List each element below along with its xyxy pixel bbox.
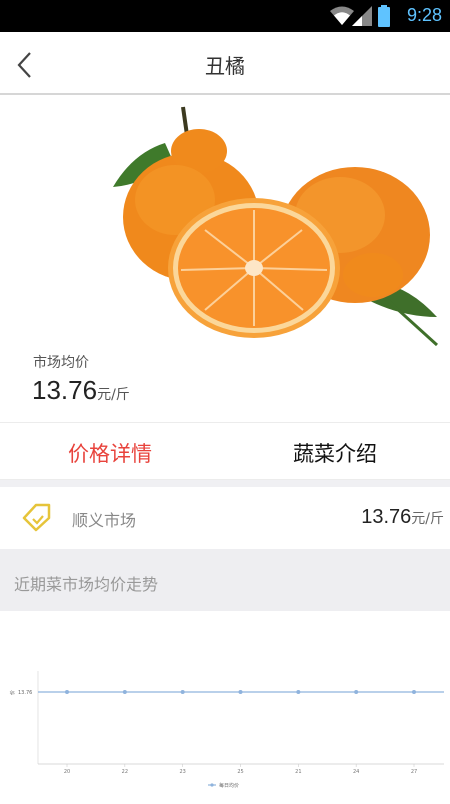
trend-header: 近期菜市场均价走势 xyxy=(0,549,450,611)
divider xyxy=(0,480,450,487)
data-point xyxy=(412,690,416,694)
wifi-icon xyxy=(330,6,354,25)
page-title: 丑橘 xyxy=(205,54,245,78)
battery-icon xyxy=(378,5,390,27)
x-tick-label: 27 xyxy=(411,769,417,775)
x-tick-label: 23 xyxy=(179,769,185,775)
trend-title: 近期菜市场均价走势 xyxy=(14,575,159,594)
market-row[interactable]: 顺义市场 13.76元/斤 xyxy=(0,487,450,549)
market-price-value: 13.76 xyxy=(361,506,412,528)
tab-bar: 价格详情 蔬菜介绍 xyxy=(0,422,450,480)
data-point xyxy=(122,690,127,694)
x-tick-label: 25 xyxy=(237,769,243,775)
market-price-unit: 元/斤 xyxy=(411,511,444,527)
data-point xyxy=(180,690,185,694)
data-point xyxy=(296,690,301,694)
trend-chart-svg: 价 13.76 20 22 23 25 21 24 27 每日均价 xyxy=(10,671,444,789)
market-average-price: 13.76元/斤 xyxy=(32,375,130,406)
x-tick-label: 21 xyxy=(295,769,301,775)
price-trend-chart: 价 13.76 20 22 23 25 21 24 27 每日均价 xyxy=(0,611,450,800)
title-bar: 丑橘 xyxy=(0,32,450,95)
x-tick-label: 24 xyxy=(353,769,359,775)
product-image xyxy=(113,106,439,347)
tab-vegetable-intro[interactable]: 蔬菜介绍 xyxy=(293,438,377,468)
market-average-label: 市场均价 xyxy=(33,355,89,371)
x-tick-label: 20 xyxy=(64,769,70,775)
tab-price-details[interactable]: 价格详情 xyxy=(68,438,152,468)
data-point xyxy=(354,690,359,694)
signal-icon xyxy=(352,6,372,26)
data-point xyxy=(65,690,69,694)
price-value: 13.76 xyxy=(32,375,98,405)
status-bar: 9:28 xyxy=(0,0,450,32)
status-time: 9:28 xyxy=(406,5,442,25)
price-unit: 元/斤 xyxy=(97,387,130,403)
y-axis-label: 价 xyxy=(10,690,16,695)
x-tick-label: 22 xyxy=(122,769,128,775)
data-point xyxy=(238,690,243,694)
product-hero: 市场均价 13.76元/斤 xyxy=(0,97,450,422)
price-tag-icon xyxy=(22,503,51,532)
y-tick-label: 13.76 xyxy=(18,690,32,696)
market-price: 13.76元/斤 xyxy=(361,506,444,529)
legend-marker xyxy=(210,783,214,787)
market-name: 顺义市场 xyxy=(72,511,137,530)
legend-label: 每日均价 xyxy=(219,782,239,789)
